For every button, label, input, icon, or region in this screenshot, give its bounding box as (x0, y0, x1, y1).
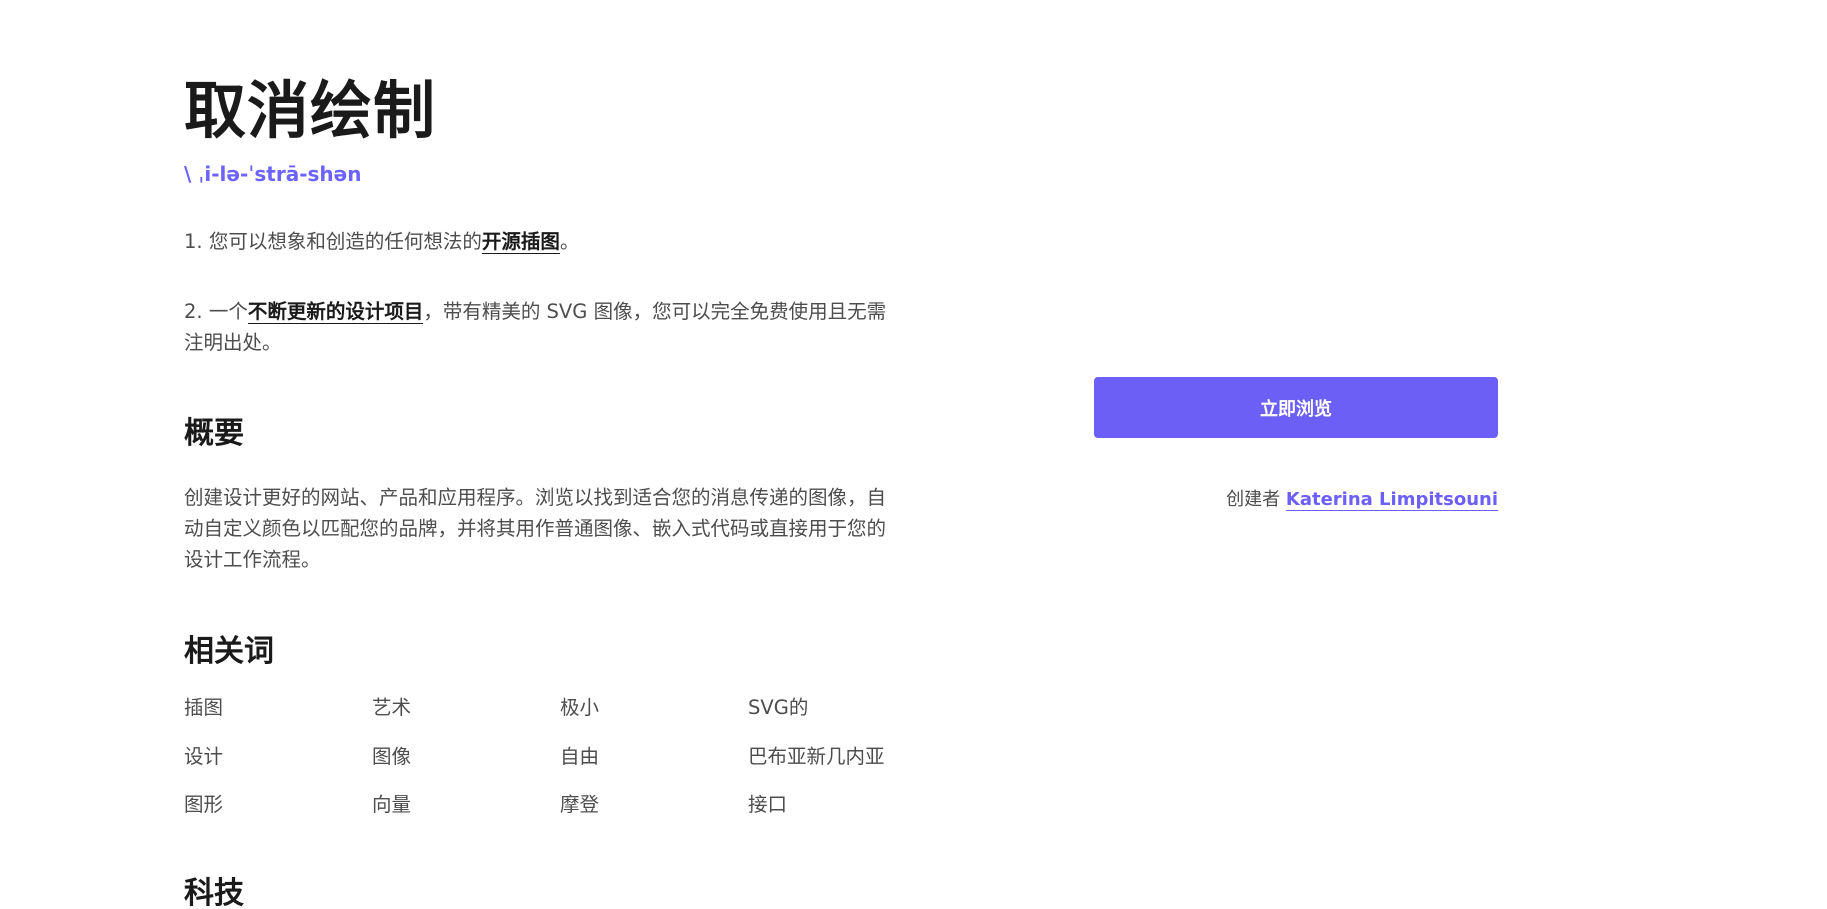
related-word: 图形 (184, 793, 224, 816)
related-word: 插图 (184, 696, 224, 719)
pronunciation: \ ˌi-lə-ˈstrā-shən (184, 162, 362, 186)
related-word: 图像 (372, 744, 412, 768)
related-word: 巴布亚新几内亚 (748, 744, 885, 768)
related-word: 设计 (184, 744, 224, 768)
related-word: 接口 (748, 793, 788, 816)
overview-text: 创建设计更好的网站、产品和应用程序。浏览以找到适合您的消息传递的图像，自动自定义… (184, 486, 887, 571)
overview-heading: 概要 (184, 416, 244, 451)
creator-label: 创建者 (1226, 489, 1281, 510)
open-source-illustrations-link[interactable]: 开源插图 (481, 230, 560, 254)
definition-number: 1. (184, 230, 203, 253)
definition-1: 1. 您可以想象和创造的任何想法的开源插图。 (184, 226, 904, 257)
definition-text: 您可以想象和创造的任何想法的 (208, 230, 482, 253)
related-words-heading: 相关词 (184, 634, 274, 669)
browse-now-button[interactable]: 立即浏览 (1094, 377, 1498, 438)
creator-name-link[interactable]: Katerina Limpitsouni (1285, 489, 1498, 511)
related-word: 摩登 (560, 793, 600, 816)
related-word: SVG的 (748, 696, 809, 719)
definition-2: 2. 一个不断更新的设计项目，带有精美的 SVG 图像，您可以完全免费使用且无需… (184, 296, 904, 358)
related-word: 艺术 (372, 696, 412, 719)
definition-number: 2. (184, 300, 203, 323)
design-project-link[interactable]: 不断更新的设计项目 (247, 300, 424, 324)
definition-text: 一个 (208, 300, 248, 323)
related-words-grid: 插图 艺术 极小 SVG的 设计 图像 自由 巴布亚新几内亚 图形 向量 摩登 … (184, 693, 924, 839)
creator-credit: 创建者 Katerina Limpitsouni (1226, 486, 1498, 514)
related-word: 极小 (560, 696, 600, 719)
related-word: 自由 (560, 744, 600, 768)
related-word: 向量 (372, 793, 412, 816)
page-title: 取消绘制 (184, 74, 437, 147)
definition-text: 。 (559, 230, 580, 253)
tech-heading: 科技 (184, 876, 244, 909)
